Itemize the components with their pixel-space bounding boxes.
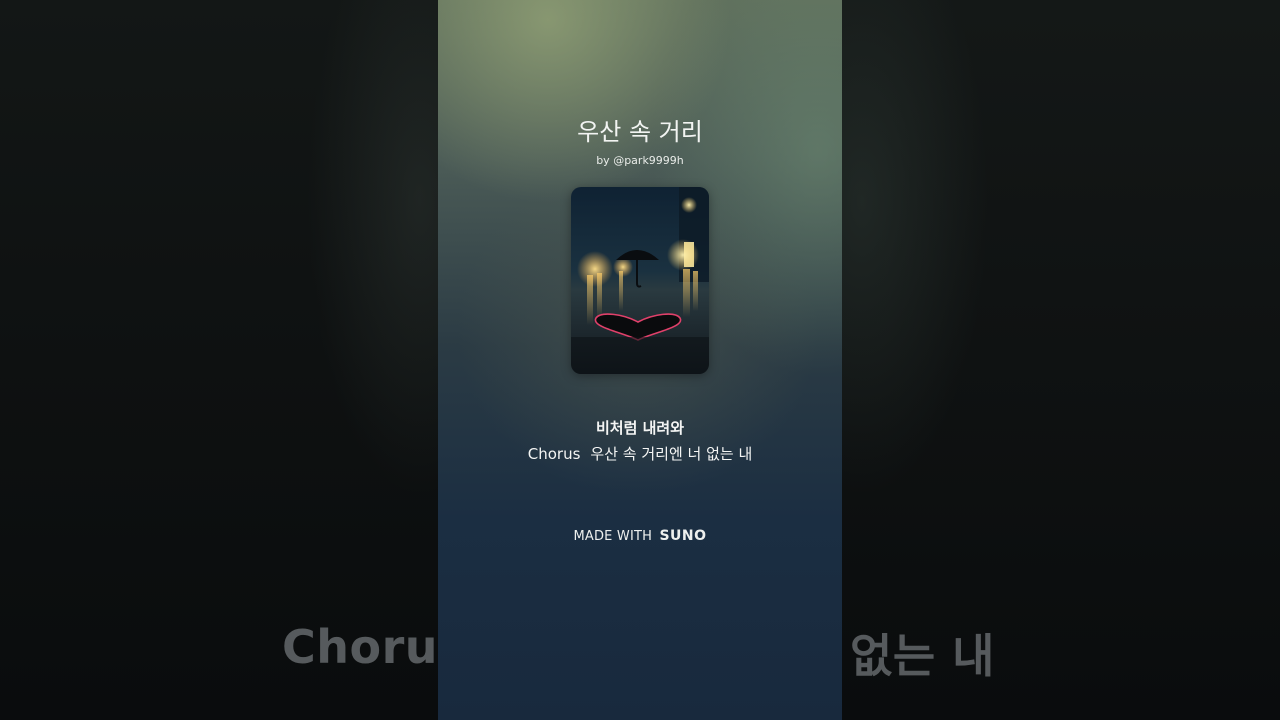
umbrella-heart-icon: [571, 187, 709, 374]
blurred-backdrop-left: Chorus: [0, 0, 440, 720]
lyric-line-current-text: 우산 속 거리엔 너 없는 내: [590, 445, 753, 463]
blurred-backdrop-right: 없는 내: [842, 0, 1280, 720]
song-author: by @park9999h: [596, 154, 684, 167]
video-frame: Chorus 없는 내 우산 속 거리 by @park9999h: [0, 0, 1280, 720]
song-panel: 우산 속 거리 by @park9999h 비처럼 내려와 Chorus 우산 …: [438, 0, 842, 720]
lyric-line-previous: 비처럼 내려와: [595, 419, 685, 437]
lyrics-block: 비처럼 내려와 Chorus 우산 속 거리엔 너 없는 내: [438, 416, 842, 466]
made-with-suno: MADE WITH SUNO: [438, 528, 842, 544]
background-lyric-left: Chorus: [282, 620, 440, 674]
suno-logo: SUNO: [659, 528, 707, 544]
made-with-label: MADE WITH: [573, 529, 653, 544]
section-label: Chorus: [527, 445, 581, 463]
cover-art: [571, 187, 709, 374]
background-lyric-right: 없는 내: [850, 629, 995, 683]
song-title: 우산 속 거리: [577, 118, 703, 146]
lyric-line-current: Chorus 우산 속 거리엔 너 없는 내: [438, 442, 842, 466]
